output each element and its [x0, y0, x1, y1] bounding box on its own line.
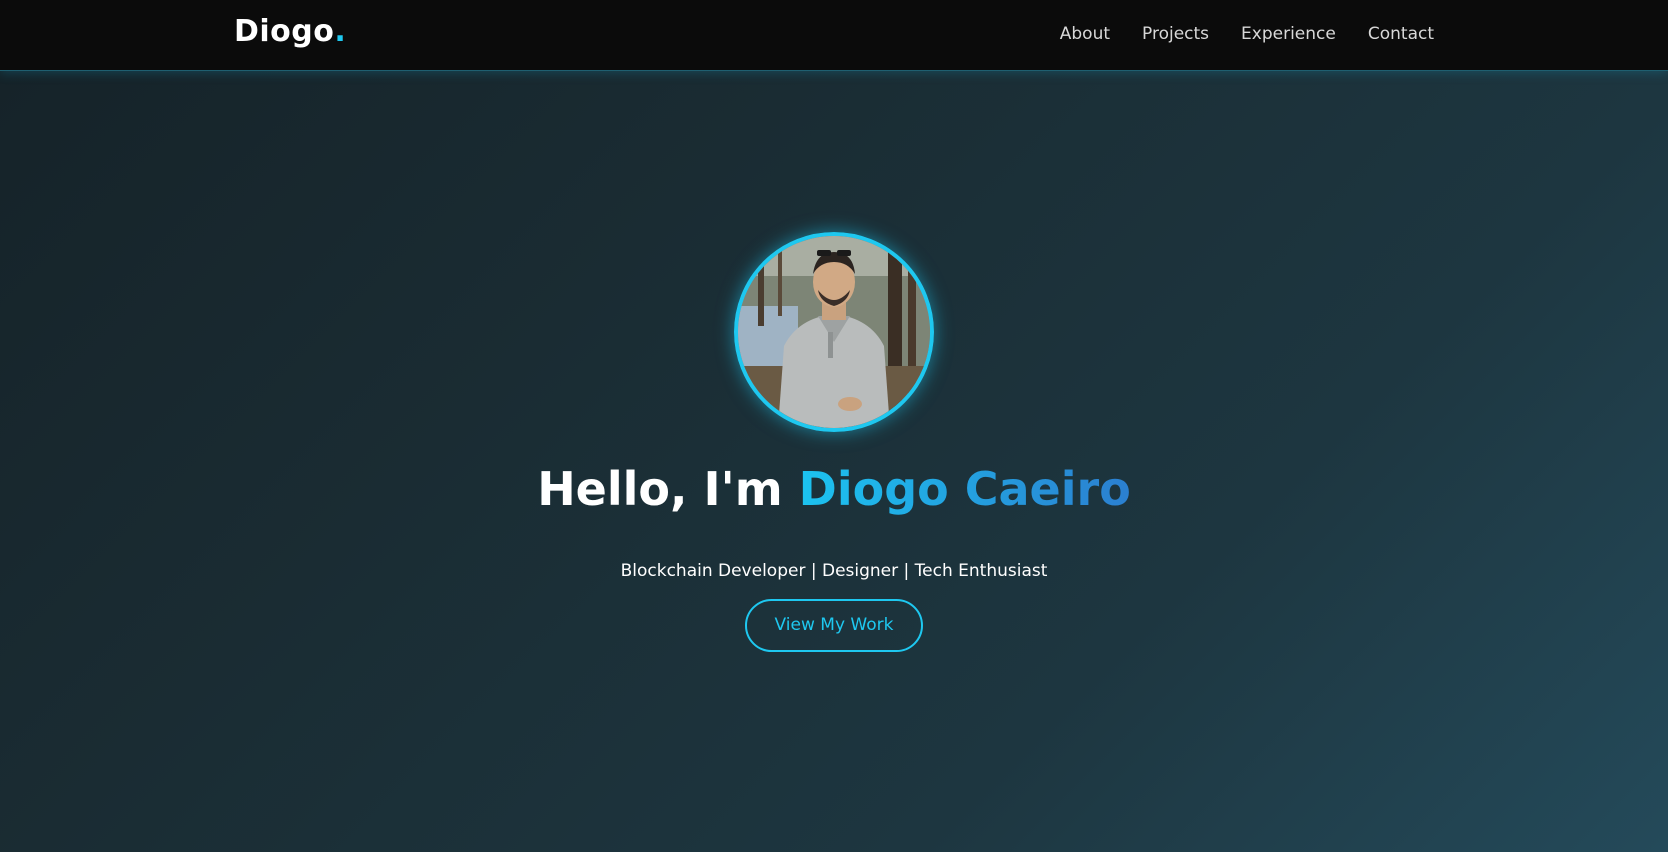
hero-section: Hello, I'm Diogo Caeiro Blockchain Devel… [0, 232, 1668, 652]
logo-text: Diogo [234, 14, 335, 49]
top-navbar: Diogo. About Projects Experience Contact [0, 0, 1668, 71]
profile-avatar [734, 232, 934, 432]
view-my-work-button[interactable]: View My Work [745, 598, 923, 652]
nav-link-contact[interactable]: Contact [1368, 24, 1434, 44]
hero-heading: Hello, I'm Diogo Caeiro [537, 462, 1131, 516]
hero-tagline: Blockchain Developer | Designer | Tech E… [620, 560, 1048, 581]
nav-link-about[interactable]: About [1060, 24, 1110, 44]
nav-link-experience[interactable]: Experience [1241, 24, 1336, 44]
profile-photo-illustration [738, 236, 930, 428]
logo-dot: . [334, 14, 347, 49]
hero-greeting: Hello, I'm [537, 462, 799, 516]
nav-links: About Projects Experience Contact [1060, 24, 1434, 44]
hero-name: Diogo Caeiro [798, 462, 1131, 516]
nav-link-projects[interactable]: Projects [1142, 24, 1209, 44]
site-logo[interactable]: Diogo. [234, 14, 346, 49]
